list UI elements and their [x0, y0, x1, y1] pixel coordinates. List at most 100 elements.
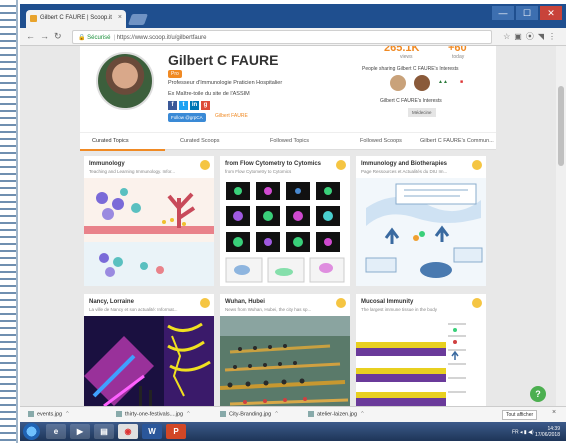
facebook-icon[interactable]: f — [168, 101, 177, 110]
card-image — [220, 316, 350, 406]
url-text: https://www.scoop.it/u/gilbertfaure — [116, 35, 207, 41]
card-subtitle: La ville de Nancy et son actualité: Info… — [89, 307, 178, 312]
card-subtitle: The largest immune tissue in the body — [361, 307, 438, 312]
notebook-spiral — [0, 0, 18, 443]
card-title: Wuhan, Hubei — [225, 299, 265, 305]
curator-avatar-icon — [200, 298, 210, 308]
active-tab-indicator — [80, 149, 165, 151]
windows-taskbar: e ▶ ▤ ◉ W P FR ◂ ▮ ◀) 14:39 17/06/2018 — [20, 422, 566, 441]
twitter-icon[interactable]: t — [179, 101, 188, 110]
topic-card-immunology[interactable]: Immunology Teaching and Learning Immunol… — [84, 156, 214, 286]
close-downloads-icon[interactable]: × — [552, 409, 556, 416]
sharer-logo[interactable]: ▲▲ — [438, 79, 448, 85]
back-arrow-icon[interactable]: ← — [26, 31, 35, 41]
internet-explorer-icon[interactable]: e — [46, 424, 66, 439]
download-filename: atelier-laizen.jpg — [317, 411, 358, 418]
file-explorer-icon[interactable]: ▤ — [94, 424, 114, 439]
page-scrollbar[interactable] — [556, 46, 566, 406]
chevron-up-icon[interactable]: ^ — [187, 411, 190, 417]
reload-icon[interactable]: ↻ — [54, 31, 62, 42]
browser-toolbar: ← → ↻ 🔒 Sécurisé | https://www.scoop.it/u… — [20, 28, 566, 46]
media-player-icon[interactable]: ▶ — [70, 424, 90, 439]
toolbar-extension-icons[interactable]: ☆▣⦿◥⋮ — [503, 31, 560, 42]
tab-curated-topics[interactable]: Curated Topics — [92, 138, 129, 144]
today-count: +60 — [448, 46, 467, 54]
twitter-follow-button[interactable]: Follow @grpCA — [168, 113, 206, 122]
google-plus-icon[interactable]: g — [201, 101, 210, 110]
profile-name: Gilbert C FAURE — [168, 52, 279, 68]
language-indicator: FR — [511, 429, 519, 436]
sharer-avatar[interactable] — [414, 75, 430, 91]
minimize-button[interactable]: — — [492, 6, 514, 20]
tab-community[interactable]: Gilbert C FAURE's Commun... — [420, 138, 494, 144]
download-item[interactable]: events.jpg ^ — [28, 411, 69, 417]
tab-close-icon[interactable]: × — [118, 14, 122, 21]
interests-label: Gilbert C FAURE's Interests — [380, 98, 442, 104]
word-icon[interactable]: W — [142, 424, 162, 439]
lock-icon: 🔒 — [78, 35, 88, 41]
curator-avatar-icon — [200, 160, 210, 170]
scrollbar-thumb[interactable] — [558, 86, 564, 166]
card-title: Immunology — [89, 161, 125, 167]
card-subtitle: Teaching and Learning Immunology. Infor.… — [89, 169, 175, 174]
chrome-icon[interactable]: ◉ — [118, 424, 138, 439]
card-subtitle: News from Wuhan, Hubei, the city has sp.… — [225, 307, 312, 312]
image-file-icon — [220, 411, 226, 417]
show-all-downloads-button[interactable]: Tout afficher — [502, 410, 538, 420]
views-label: views — [400, 54, 413, 60]
chevron-up-icon[interactable]: ^ — [361, 411, 364, 417]
chevron-up-icon[interactable]: ^ — [66, 411, 69, 417]
download-item[interactable]: thirty-one-festivals....jpg ^ — [116, 411, 190, 417]
address-bar[interactable]: 🔒 Sécurisé | https://www.scoop.it/u/gilbe… — [72, 30, 492, 44]
linkedin-icon[interactable]: in — [190, 101, 199, 110]
sharing-label: People sharing Gilbert C FAURE's Interes… — [362, 66, 459, 72]
interest-tag[interactable]: Médecine — [408, 108, 436, 117]
profile-tabs: Curated Topics Curated Scoops Followed T… — [80, 132, 496, 151]
views-count: 265.1K — [384, 46, 420, 54]
browser-tab[interactable]: Gilbert C FAURE | Scoop.it × — [26, 10, 126, 28]
curator-avatar-icon — [472, 160, 482, 170]
topic-card-biotherapies[interactable]: Immunology and Biotherapies Page Ressour… — [356, 156, 486, 286]
profile-subtitle: Ex Maître-toile du site de l'ASSIM — [168, 91, 250, 97]
image-file-icon — [116, 411, 122, 417]
tab-title: Gilbert C FAURE | Scoop.it — [40, 15, 112, 21]
powerpoint-icon[interactable]: P — [166, 424, 186, 439]
card-image — [220, 178, 350, 286]
profile-link[interactable]: Gilbert FAURE — [215, 113, 248, 119]
download-item[interactable]: City-Branding.jpg ^ — [220, 411, 278, 417]
tab-followed-topics[interactable]: Followed Topics — [270, 138, 309, 144]
curator-avatar-icon — [472, 298, 482, 308]
browser-tab-bar: Gilbert C FAURE | Scoop.it × — ☐ ✕ — [20, 4, 566, 28]
today-label: today — [452, 54, 465, 60]
card-title: from Flow Cytometry to Cytomics — [225, 161, 322, 167]
forward-arrow-icon[interactable]: → — [40, 31, 49, 41]
start-button[interactable] — [23, 423, 40, 440]
tab-followed-scoops[interactable]: Followed Scoops — [360, 138, 402, 144]
topic-card-mucosal-immunity[interactable]: Mucosal Immunity The largest immune tiss… — [356, 294, 486, 406]
tab-curated-scoops[interactable]: Curated Scoops — [180, 138, 219, 144]
image-file-icon — [308, 411, 314, 417]
topic-card-wuhan[interactable]: Wuhan, Hubei News from Wuhan, Hubei, the… — [220, 294, 350, 406]
curator-avatar-icon — [336, 160, 346, 170]
sharer-logo[interactable]: ■ — [460, 79, 463, 85]
scoopit-favicon-icon — [30, 15, 37, 22]
chevron-up-icon[interactable]: ^ — [275, 411, 278, 417]
card-subtitle: from Flow Cytometry to Cytomics — [225, 169, 292, 174]
curator-avatar-icon — [336, 298, 346, 308]
screen: Gilbert C FAURE | Scoop.it × — ☐ ✕ ← → ↻… — [20, 4, 566, 441]
profile-header: Gilbert C FAURE Pro Professeur d'Immunol… — [80, 46, 496, 132]
web-page: Gilbert C FAURE Pro Professeur d'Immunol… — [20, 46, 556, 406]
new-tab-button[interactable] — [127, 14, 149, 25]
download-filename: events.jpg — [37, 411, 63, 418]
pro-badge: Pro — [168, 70, 182, 78]
download-item[interactable]: atelier-laizen.jpg ^ — [308, 411, 364, 417]
close-window-button[interactable]: ✕ — [540, 6, 562, 20]
topic-card-flow-cytometry[interactable]: from Flow Cytometry to Cytomics from Flo… — [220, 156, 350, 286]
system-tray[interactable]: FR ◂ ▮ ◀) 14:39 17/06/2018 — [512, 426, 560, 438]
avatar[interactable] — [96, 52, 154, 110]
maximize-button[interactable]: ☐ — [516, 6, 538, 20]
help-button[interactable]: ? — [530, 386, 546, 402]
topic-card-nancy[interactable]: Nancy, Lorraine La ville de Nancy et son… — [84, 294, 214, 406]
card-title: Nancy, Lorraine — [89, 299, 134, 305]
sharer-avatar[interactable] — [390, 75, 406, 91]
